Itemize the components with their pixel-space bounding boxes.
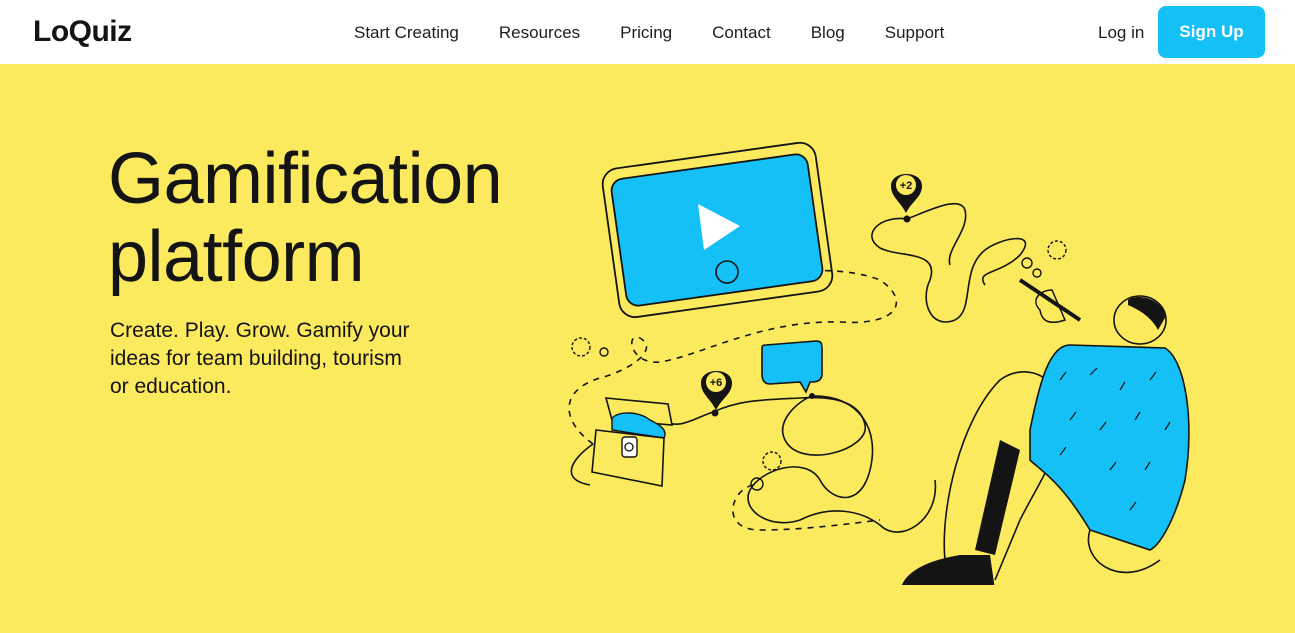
nav-support[interactable]: Support [885, 22, 945, 44]
video-player-icon [601, 141, 834, 318]
hero-illustration: +6 +2 [568, 141, 1190, 590]
gear-icon [571, 337, 591, 357]
score-badge-left: +6 [710, 377, 723, 389]
score-badge-top: +2 [900, 180, 913, 192]
hero-subtitle: Create. Play. Grow. Gamify your ideas fo… [110, 319, 410, 398]
nav-blog[interactable]: Blog [811, 22, 845, 44]
nav-contact[interactable]: Contact [712, 22, 771, 44]
login-link[interactable]: Log in [1098, 22, 1144, 44]
treasure-chest-icon [591, 397, 673, 487]
nav-pricing[interactable]: Pricing [620, 22, 672, 44]
nav-start-creating[interactable]: Start Creating [354, 22, 459, 44]
gear-icon [762, 451, 782, 471]
top-navbar: LoQuiz Start Creating Resources Pricing … [0, 0, 1295, 64]
person-with-pencil-illustration [900, 278, 1190, 590]
hero-title: Gamification platform [108, 139, 503, 297]
chat-bubble-icon [761, 340, 823, 394]
nav-resources[interactable]: Resources [499, 22, 580, 44]
gear-icon [1047, 240, 1067, 260]
signup-button[interactable]: Sign Up [1158, 6, 1265, 58]
main-nav: Start Creating Resources Pricing Contact… [354, 22, 944, 44]
loquiz-logo[interactable]: LoQuiz [33, 14, 132, 50]
hero-bottom-wave [0, 585, 1295, 633]
